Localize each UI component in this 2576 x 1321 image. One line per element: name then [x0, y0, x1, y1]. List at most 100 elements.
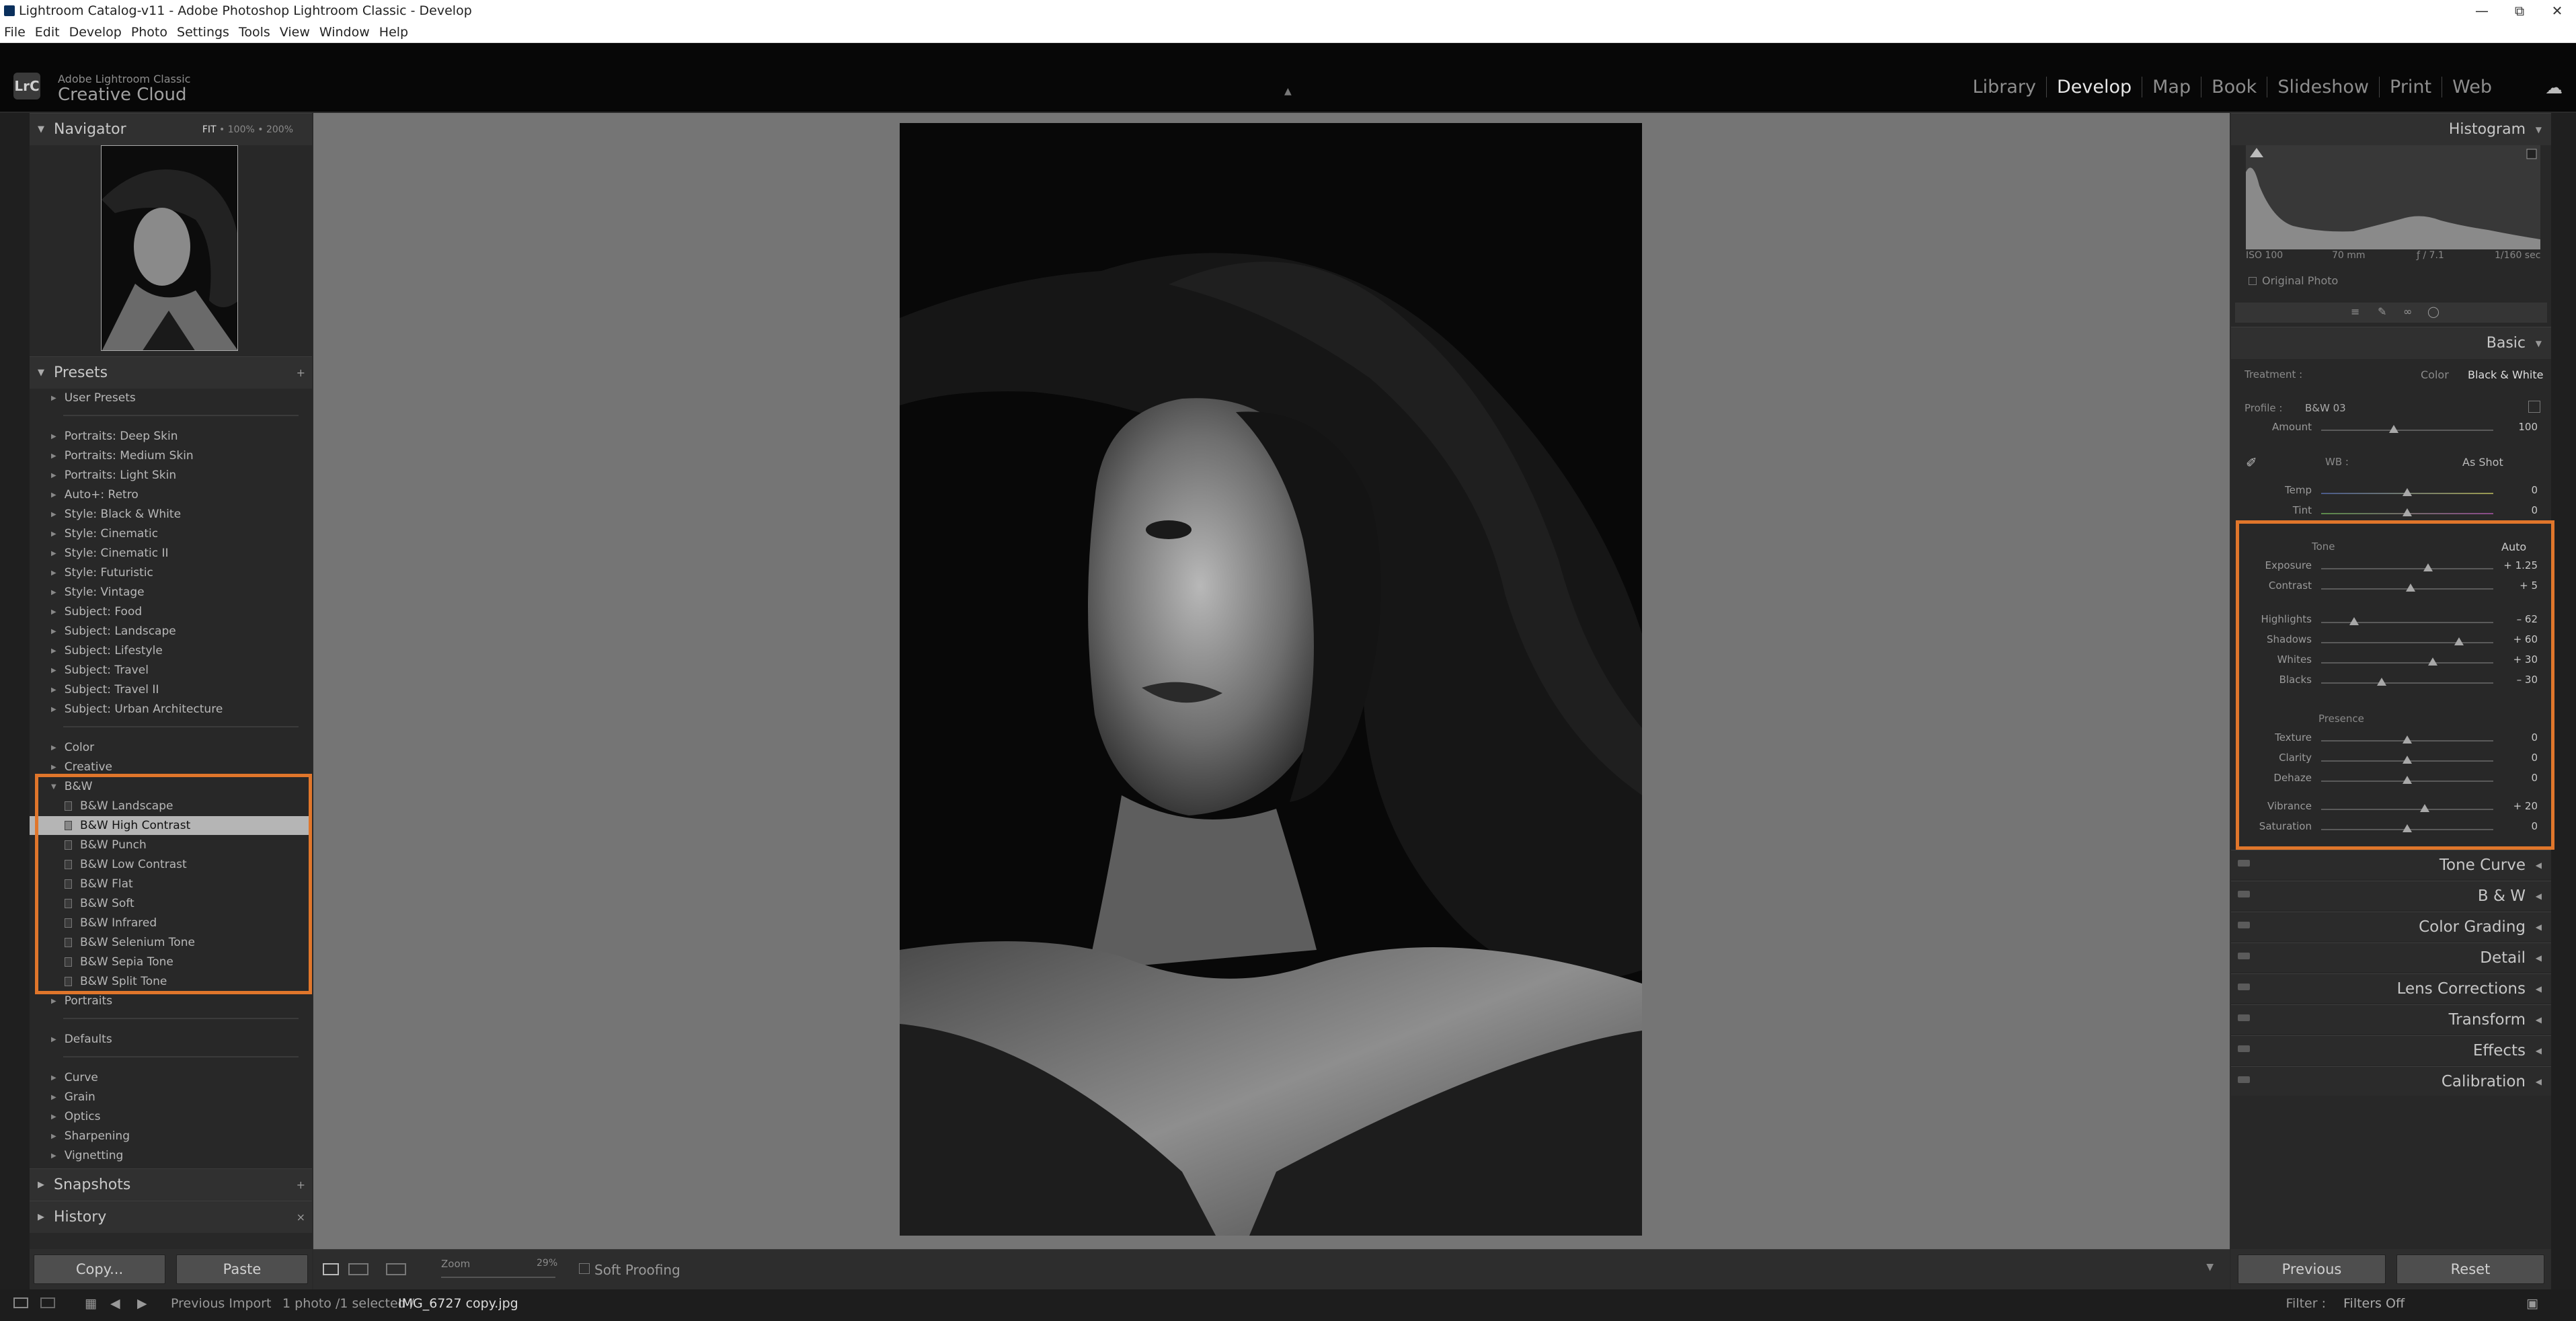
clear-history-icon[interactable]: ×	[297, 1211, 305, 1224]
paste-button[interactable]: Paste	[176, 1254, 308, 1284]
preset-group[interactable]: ▶ Subject: Landscape	[30, 622, 312, 641]
preset-group[interactable]: ▶ Auto+: Retro	[30, 485, 312, 504]
forward-arrow-icon[interactable]: ▶	[137, 1296, 147, 1311]
section-transform[interactable]: Transform ◀	[2231, 1004, 2551, 1034]
menu-file[interactable]: File	[4, 25, 26, 40]
preset-group[interactable]: ▶ Optics	[30, 1107, 312, 1126]
profile-dropdown[interactable]: B&W 03	[2305, 402, 2346, 414]
preset-group[interactable]: ▶ Curve	[30, 1068, 312, 1087]
panel-toggle-switch[interactable]	[2238, 891, 2250, 897]
treatment-color[interactable]: Color	[2421, 368, 2449, 381]
section-color-grading[interactable]: Color Grading ◀	[2231, 912, 2551, 941]
panel-toggle-switch[interactable]	[2238, 860, 2250, 867]
menu-help[interactable]: Help	[379, 25, 408, 40]
before-after-split-icon[interactable]	[386, 1263, 406, 1275]
menu-photo[interactable]: Photo	[131, 25, 167, 40]
navigator-thumbnail[interactable]	[101, 145, 238, 351]
original-photo-checkbox[interactable]	[2249, 277, 2257, 285]
close-icon[interactable]: ✕	[2538, 0, 2576, 22]
section-b-w[interactable]: B & W ◀	[2231, 881, 2551, 910]
panel-toggle-switch[interactable]	[2238, 922, 2250, 928]
panel-toggle-switch[interactable]	[2238, 1076, 2250, 1083]
preset-group[interactable]: ▶ Defaults	[30, 1030, 312, 1049]
preset-group[interactable]: ▶ Style: Futuristic	[30, 563, 312, 582]
section-effects[interactable]: Effects ◀	[2231, 1035, 2551, 1065]
preset-group[interactable]: ▶ Style: Vintage	[30, 583, 312, 602]
menu-edit[interactable]: Edit	[35, 25, 60, 40]
panel-toggle-switch[interactable]	[2238, 1045, 2250, 1052]
red-eye-icon[interactable]: ∞	[2403, 305, 2412, 318]
preset-group[interactable]: ▶ Style: Cinematic II	[30, 544, 312, 563]
preset-group[interactable]: ▶ Subject: Travel II	[30, 680, 312, 699]
treatment-bw[interactable]: Black & White	[2468, 368, 2543, 381]
preset-group[interactable]: ▶ Subject: Food	[30, 602, 312, 621]
filter-dropdown[interactable]: Filters Off	[2343, 1296, 2475, 1311]
histogram[interactable]	[2246, 145, 2540, 249]
loupe-view-icon[interactable]	[323, 1263, 339, 1275]
preset-group[interactable]: ▶ Sharpening	[30, 1127, 312, 1146]
navigator-header[interactable]: ▼ Navigator FIT • 100% • 200%	[30, 113, 312, 145]
menu-tools[interactable]: Tools	[239, 25, 270, 40]
amount-slider[interactable]	[2321, 430, 2493, 431]
preset-group[interactable]: ▶ Portraits: Deep Skin	[30, 427, 312, 446]
zoom-fit[interactable]: FIT	[202, 124, 217, 135]
amount-value[interactable]: 100	[2518, 421, 2538, 433]
preset-group[interactable]: ▶ Subject: Lifestyle	[30, 641, 312, 660]
preset-group[interactable]: ▶ Portraits: Light Skin	[30, 466, 312, 485]
before-after-icon[interactable]	[348, 1263, 368, 1275]
reset-button[interactable]: Reset	[2396, 1254, 2544, 1284]
preset-group[interactable]: ▶ Vignetting	[30, 1146, 312, 1165]
module-web[interactable]: Web	[2442, 77, 2502, 97]
temp-value[interactable]: 0	[2531, 484, 2538, 496]
module-print[interactable]: Print	[2380, 77, 2443, 97]
maximize-icon[interactable]: ⧉	[2501, 0, 2538, 22]
preset-group[interactable]: ▶ Subject: Urban Architecture	[30, 700, 312, 719]
second-window-icon[interactable]	[40, 1297, 55, 1308]
filter-lock-icon[interactable]: ▣	[2526, 1296, 2538, 1311]
wb-eyedropper-icon[interactable]: ✐	[2246, 454, 2257, 471]
healing-icon[interactable]: ✎	[2378, 305, 2386, 318]
cloud-sync-icon[interactable]: ☁	[2545, 78, 2563, 98]
preset-group[interactable]: ▶ Style: Cinematic	[30, 524, 312, 543]
amount-knob[interactable]	[2389, 425, 2398, 433]
preset-group[interactable]: ▶ User Presets	[30, 389, 312, 407]
tint-knob[interactable]	[2403, 508, 2412, 516]
section-calibration[interactable]: Calibration ◀	[2231, 1066, 2551, 1096]
highlight-clip-icon[interactable]	[2526, 149, 2537, 159]
profile-browser-icon[interactable]	[2528, 401, 2540, 413]
basic-header[interactable]: Basic ▼	[2231, 327, 2551, 359]
main-photo[interactable]	[900, 123, 1642, 1236]
grid-view-icon[interactable]: ▦	[85, 1296, 97, 1311]
preset-group[interactable]: ▶ Portraits: Medium Skin	[30, 446, 312, 465]
menu-develop[interactable]: Develop	[69, 25, 122, 40]
presets-header[interactable]: ▼ Presets +	[30, 356, 312, 389]
zoom-200[interactable]: 200%	[266, 124, 293, 135]
module-library[interactable]: Library	[1963, 77, 2047, 97]
previous-button[interactable]: Previous	[2238, 1254, 2386, 1284]
preset-group[interactable]: ▶ Subject: Travel	[30, 661, 312, 680]
module-map[interactable]: Map	[2142, 77, 2202, 97]
module-book[interactable]: Book	[2201, 77, 2268, 97]
preset-group[interactable]: ▶ Style: Black & White	[30, 505, 312, 524]
left-panel-edge[interactable]	[0, 113, 30, 1306]
collapse-top-icon[interactable]: ▲	[1284, 86, 1292, 97]
shadow-clip-icon[interactable]	[2250, 148, 2263, 157]
edit-sliders-icon[interactable]: ≡	[2351, 305, 2359, 318]
history-header[interactable]: ▶ History ×	[30, 1201, 312, 1233]
histogram-header[interactable]: Histogram ▼	[2231, 113, 2551, 145]
preset-group[interactable]: ▶ Grain	[30, 1088, 312, 1107]
masking-icon[interactable]: ◯	[2427, 305, 2440, 318]
temp-knob[interactable]	[2403, 488, 2412, 496]
add-preset-icon[interactable]: +	[297, 366, 305, 379]
toolbar-menu-icon[interactable]: ▼	[2206, 1262, 2214, 1273]
copy-button[interactable]: Copy...	[34, 1254, 165, 1284]
section-tone-curve[interactable]: Tone Curve ◀	[2231, 850, 2551, 879]
menu-view[interactable]: View	[280, 25, 310, 40]
minimize-icon[interactable]: —	[2463, 0, 2501, 22]
panel-toggle-switch[interactable]	[2238, 984, 2250, 990]
back-arrow-icon[interactable]: ◀	[110, 1296, 120, 1311]
panel-toggle-switch[interactable]	[2238, 1014, 2250, 1021]
section-detail[interactable]: Detail ◀	[2231, 943, 2551, 972]
snapshots-header[interactable]: ▶ Snapshots +	[30, 1168, 312, 1201]
soft-proofing-checkbox[interactable]	[579, 1263, 590, 1274]
